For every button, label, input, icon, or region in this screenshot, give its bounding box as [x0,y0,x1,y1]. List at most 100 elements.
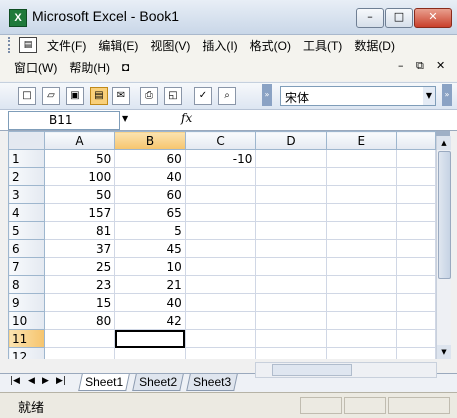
cell-e5[interactable] [325,221,397,240]
cell-overflow[interactable] [395,275,436,294]
cell-a10[interactable]: 80 [43,311,116,330]
cell-b11[interactable] [114,329,186,348]
cell-d12[interactable] [255,347,327,359]
cell-b1[interactable]: 60 [114,149,186,168]
menu-window[interactable]: 窗口(W) [8,59,63,76]
row-header[interactable]: 11 [8,329,45,348]
first-sheet-icon[interactable]: |◀ [10,376,20,386]
prev-sheet-icon[interactable]: ◀ [28,376,35,386]
workbook-menu-icon[interactable]: ▤ [19,37,37,53]
cell-d3[interactable] [255,185,327,204]
toolbar-overflow-chevron-icon-2[interactable]: » [442,84,452,106]
cell-d2[interactable] [255,167,327,186]
cell-c5[interactable] [184,221,257,240]
excel-app-icon[interactable]: X [9,9,27,27]
permission-icon[interactable]: ▤ [90,87,108,105]
cell-c6[interactable] [184,239,257,258]
save-icon[interactable]: ▣ [66,87,84,105]
cell-e1[interactable] [325,149,397,168]
cell-a8[interactable]: 23 [43,275,116,294]
doc-close-button[interactable]: ✕ [436,59,445,72]
scroll-up-icon[interactable]: ▲ [437,136,451,150]
cell-b5[interactable]: 5 [114,221,186,240]
row-header[interactable]: 10 [8,311,45,330]
new-icon[interactable]: □ [18,87,36,105]
cell-c7[interactable] [184,257,257,276]
menu-tools[interactable]: 工具(T) [297,37,348,54]
close-button[interactable]: ✕ [414,8,452,28]
menu-view[interactable]: 视图(V) [144,37,196,54]
cell-overflow[interactable] [395,149,436,168]
cell-overflow[interactable] [395,257,436,276]
cell-c8[interactable] [184,275,257,294]
maximize-button[interactable]: □ [385,8,413,28]
cell-overflow[interactable] [395,347,436,359]
cell-overflow[interactable] [395,185,436,204]
horizontal-scroll-thumb[interactable] [272,364,352,376]
vertical-scroll-thumb[interactable] [438,151,451,279]
cell-a9[interactable]: 15 [43,293,116,312]
row-header[interactable]: 5 [8,221,45,240]
cell-c1[interactable]: -10 [184,149,257,168]
cell-e10[interactable] [325,311,397,330]
cell-e2[interactable] [325,167,397,186]
open-icon[interactable]: ▱ [42,87,60,105]
column-header-overflow[interactable] [395,131,436,150]
vertical-scrollbar[interactable]: ▲ ▼ [436,131,451,359]
cell-b10[interactable]: 42 [114,311,186,330]
menu-help[interactable]: 帮助(H) [63,59,116,76]
cell-d10[interactable] [255,311,327,330]
menu-file[interactable]: 文件(F) [41,37,92,54]
cell-c10[interactable] [184,311,257,330]
cell-b12[interactable] [114,347,186,359]
research-icon[interactable]: ⌕ [218,87,236,105]
cell-overflow[interactable] [395,221,436,240]
cell-d8[interactable] [255,275,327,294]
minimize-button[interactable]: – [356,8,384,28]
cell-overflow[interactable] [395,239,436,258]
cell-a7[interactable]: 25 [43,257,116,276]
select-all-corner[interactable] [8,131,45,150]
cell-a3[interactable]: 50 [43,185,116,204]
cell-e7[interactable] [325,257,397,276]
tab-sheet2[interactable]: Sheet2 [132,374,184,391]
cell-overflow[interactable] [395,329,436,348]
cell-a12[interactable] [43,347,116,359]
menu-edit[interactable]: 编辑(E) [92,37,144,54]
name-box-chevron-down-icon[interactable]: ▼ [122,114,128,123]
menu-format[interactable]: 格式(O) [244,37,297,54]
cell-b3[interactable]: 60 [114,185,186,204]
cell-b9[interactable]: 40 [114,293,186,312]
cell-b4[interactable]: 65 [114,203,186,222]
font-name-select[interactable]: 宋体 ▼ [280,86,436,106]
cell-overflow[interactable] [395,167,436,186]
doc-restore-button[interactable]: ⧉ [416,59,424,73]
cell-overflow[interactable] [395,203,436,222]
cell-c2[interactable] [184,167,257,186]
cell-a2[interactable]: 100 [43,167,116,186]
row-header[interactable]: 1 [8,149,45,168]
scroll-down-icon[interactable]: ▼ [437,345,451,359]
menu-grip[interactable] [8,37,13,53]
cell-d4[interactable] [255,203,327,222]
row-header[interactable]: 8 [8,275,45,294]
formula-input[interactable] [198,111,454,128]
horizontal-scrollbar[interactable] [255,362,437,378]
doc-minimize-button[interactable]: – [398,59,404,72]
cell-c11[interactable] [184,329,257,348]
row-header[interactable]: 9 [8,293,45,312]
cell-e4[interactable] [325,203,397,222]
cell-a4[interactable]: 157 [43,203,116,222]
cell-b2[interactable]: 40 [114,167,186,186]
worksheet-grid[interactable]: ABCDE 1 50 60 -10 2 100 40 3 50 60 4 157 65 5 81 5 6 37 45… [8,131,436,359]
cell-a11[interactable] [43,329,116,348]
row-header[interactable]: 12 [8,347,45,359]
cell-d9[interactable] [255,293,327,312]
column-header-e[interactable]: E [325,131,397,150]
cell-c4[interactable] [184,203,257,222]
cell-e11[interactable] [325,329,397,348]
cell-d11[interactable] [255,329,327,348]
cell-d6[interactable] [255,239,327,258]
row-header[interactable]: 6 [8,239,45,258]
cell-c3[interactable] [184,185,257,204]
